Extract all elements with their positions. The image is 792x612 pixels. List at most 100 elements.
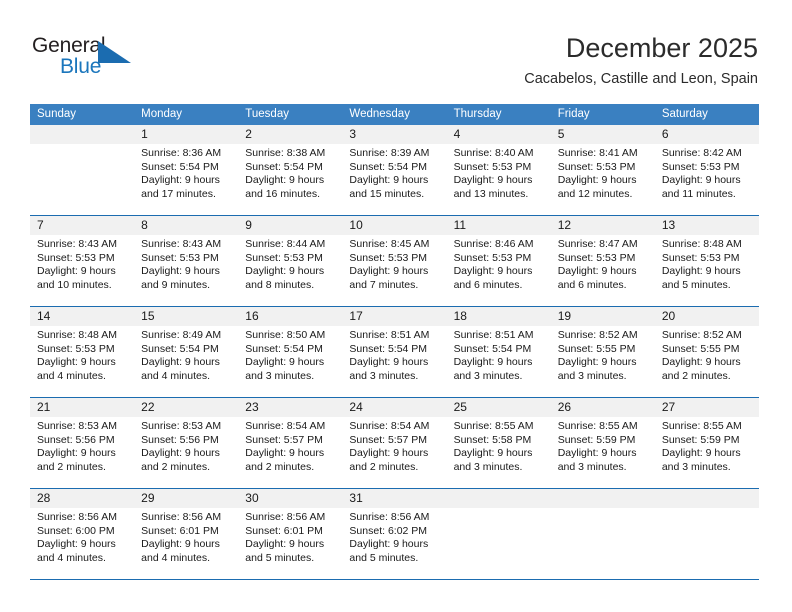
weekday-header-friday: Friday (557, 108, 590, 120)
day-details: Sunrise: 8:44 AM Sunset: 5:53 PM Daylight:… (245, 238, 336, 292)
day-cell[interactable]: 5 Sunrise: 8:41 AM Sunset: 5:53 PM Daylight… (551, 125, 655, 215)
day-cell[interactable]: 7 Sunrise: 8:43 AM Sunset: 5:53 PM Daylight… (30, 216, 134, 306)
calendar-grid: Sunday Monday Tuesday Wednesday Thursday Frid… (30, 104, 759, 580)
sunset-text: Sunset: 5:53 PM (141, 251, 219, 264)
day-number: 13 (661, 218, 676, 232)
day-cell[interactable]: 20 Sunrise: 8:52 AM Sunset: 5:55 PM Dayligh… (655, 307, 759, 397)
sunset-text: Sunset: 5:53 PM (453, 160, 532, 173)
day-cell[interactable]: 4 Sunrise: 8:40 AM Sunset: 5:53 PM Daylight… (447, 125, 551, 215)
day-cell[interactable]: 31 Sunrise: 8:56 AM Sunset: 6:02 PM Dayligh… (342, 489, 446, 579)
sunrise-text: Sunrise: 8:55 AM (557, 420, 638, 432)
day-cell[interactable]: 30 Sunrise: 8:56 AM Sunset: 6:01 PM Dayligh… (238, 489, 342, 579)
day-cell[interactable]: 23 Sunrise: 8:54 AM Sunset: 5:57 PM Dayligh… (238, 398, 342, 488)
weekday-header-tuesday: Tuesday (245, 108, 289, 120)
day-details: Sunrise: 8:48 AM Sunset: 5:53 PM Daylight:… (37, 329, 128, 383)
day-cell[interactable]: 14 Sunrise: 8:48 AM Sunset: 5:53 PM Dayligh… (30, 307, 134, 397)
day-details: Sunrise: 8:56 AM Sunset: 6:00 PM Daylight:… (37, 511, 128, 565)
daylight-text-line2: and 2 minutes. (349, 460, 419, 473)
day-cell[interactable]: 25 Sunrise: 8:55 AM Sunset: 5:58 PM Dayligh… (447, 398, 551, 488)
page-header: General Blue December 2025 Cacabelos, Ca… (0, 0, 792, 100)
daylight-text-line2: and 4 minutes. (141, 369, 211, 382)
day-details: Sunrise: 8:55 AM Sunset: 5:59 PM Daylight:… (558, 420, 649, 474)
daylight-text-line1: Daylight: 9 hours (557, 174, 637, 187)
sunrise-text: Sunrise: 8:48 AM (661, 238, 742, 250)
sunrise-text: Sunrise: 8:52 AM (557, 329, 638, 341)
day-cell-empty (30, 125, 134, 215)
daylight-text-line1: Daylight: 9 hours (661, 356, 741, 369)
daylight-text-line1: Daylight: 9 hours (453, 356, 533, 369)
day-cell[interactable]: 19 Sunrise: 8:52 AM Sunset: 5:55 PM Dayligh… (551, 307, 655, 397)
daylight-text-line2: and 2 minutes. (245, 460, 315, 473)
daylight-text-line1: Daylight: 9 hours (245, 174, 325, 187)
weeks-container: 1 Sunrise: 8:36 AM Sunset: 5:54 PM Daylight… (30, 125, 759, 579)
day-cell[interactable]: 16 Sunrise: 8:50 AM Sunset: 5:54 PM Dayligh… (238, 307, 342, 397)
day-details: Sunrise: 8:43 AM Sunset: 5:53 PM Daylight:… (37, 238, 128, 292)
weekday-header-monday: Monday (141, 108, 183, 120)
day-details: Sunrise: 8:51 AM Sunset: 5:54 PM Daylight:… (349, 329, 440, 383)
sunset-text: Sunset: 5:53 PM (349, 251, 428, 264)
sunset-text: Sunset: 5:53 PM (37, 251, 115, 264)
daylight-text-line2: and 8 minutes. (245, 278, 315, 291)
daylight-text-line2: and 6 minutes. (557, 278, 627, 291)
day-details: Sunrise: 8:40 AM Sunset: 5:53 PM Daylight:… (454, 147, 545, 201)
day-cell[interactable]: 13 Sunrise: 8:48 AM Sunset: 5:53 PM Dayligh… (655, 216, 759, 306)
daylight-text-line1: Daylight: 9 hours (453, 265, 533, 278)
day-number: 28 (37, 491, 51, 505)
day-cell[interactable]: 9 Sunrise: 8:44 AM Sunset: 5:53 PM Daylight… (238, 216, 342, 306)
daylight-text-line1: Daylight: 9 hours (349, 447, 429, 460)
day-number: 26 (557, 400, 572, 414)
day-cell[interactable]: 17 Sunrise: 8:51 AM Sunset: 5:54 PM Dayligh… (342, 307, 446, 397)
day-cell[interactable]: 11 Sunrise: 8:46 AM Sunset: 5:53 PM Dayligh… (447, 216, 551, 306)
day-cell[interactable]: 8 Sunrise: 8:43 AM Sunset: 5:53 PM Daylight… (134, 216, 238, 306)
day-cell[interactable]: 27 Sunrise: 8:55 AM Sunset: 5:59 PM Dayligh… (655, 398, 759, 488)
weekday-header-saturday: Saturday (661, 108, 708, 120)
page-title: December 2025 (565, 33, 758, 63)
sunrise-text: Sunrise: 8:42 AM (661, 147, 742, 159)
day-details: Sunrise: 8:56 AM Sunset: 6:01 PM Daylight:… (141, 511, 232, 565)
sunrise-text: Sunrise: 8:36 AM (141, 147, 222, 159)
day-details: Sunrise: 8:42 AM Sunset: 5:53 PM Daylight:… (662, 147, 753, 201)
day-cell[interactable]: 12 Sunrise: 8:47 AM Sunset: 5:53 PM Dayligh… (551, 216, 655, 306)
daylight-text-line1: Daylight: 9 hours (349, 538, 429, 551)
day-cell-empty (551, 489, 655, 579)
day-cell[interactable]: 18 Sunrise: 8:51 AM Sunset: 5:54 PM Dayligh… (447, 307, 551, 397)
day-cell[interactable]: 21 Sunrise: 8:53 AM Sunset: 5:56 PM Dayligh… (30, 398, 134, 488)
daylight-text-line2: and 17 minutes. (141, 187, 216, 200)
day-cell[interactable]: 1 Sunrise: 8:36 AM Sunset: 5:54 PM Daylight… (134, 125, 238, 215)
day-number (662, 489, 753, 508)
sunset-text: Sunset: 5:53 PM (557, 160, 636, 173)
sunset-text: Sunset: 5:53 PM (661, 251, 740, 264)
day-cell[interactable]: 3 Sunrise: 8:39 AM Sunset: 5:54 PM Daylight… (342, 125, 446, 215)
day-number: 27 (661, 400, 676, 414)
sunset-text: Sunset: 5:59 PM (557, 433, 636, 446)
day-cell[interactable]: 29 Sunrise: 8:56 AM Sunset: 6:01 PM Dayligh… (134, 489, 238, 579)
day-cell[interactable]: 15 Sunrise: 8:49 AM Sunset: 5:54 PM Dayligh… (134, 307, 238, 397)
day-cell[interactable]: 10 Sunrise: 8:45 AM Sunset: 5:53 PM Dayligh… (342, 216, 446, 306)
daylight-text-line1: Daylight: 9 hours (453, 447, 533, 460)
sunset-text: Sunset: 6:01 PM (141, 524, 219, 537)
sunset-text: Sunset: 5:54 PM (349, 160, 428, 173)
week-row: 7 Sunrise: 8:43 AM Sunset: 5:53 PM Daylight… (30, 215, 759, 306)
day-cell[interactable]: 24 Sunrise: 8:54 AM Sunset: 5:57 PM Dayligh… (342, 398, 446, 488)
sunset-text: Sunset: 6:02 PM (349, 524, 428, 537)
daylight-text-line2: and 15 minutes. (349, 187, 425, 200)
day-details: Sunrise: 8:45 AM Sunset: 5:53 PM Daylight:… (349, 238, 440, 292)
day-cell[interactable]: 28 Sunrise: 8:56 AM Sunset: 6:00 PM Dayligh… (30, 489, 134, 579)
day-cell[interactable]: 22 Sunrise: 8:53 AM Sunset: 5:56 PM Dayligh… (134, 398, 238, 488)
day-cell[interactable]: 2 Sunrise: 8:38 AM Sunset: 5:54 PM Daylight… (238, 125, 342, 215)
day-cell[interactable]: 6 Sunrise: 8:42 AM Sunset: 5:53 PM Daylight… (655, 125, 759, 215)
daylight-text-line2: and 5 minutes. (245, 551, 315, 564)
daylight-text-line2: and 4 minutes. (37, 551, 106, 564)
general-blue-logo[interactable]: General Blue (32, 34, 152, 84)
daylight-text-line1: Daylight: 9 hours (557, 356, 637, 369)
sunrise-text: Sunrise: 8:56 AM (245, 511, 326, 523)
week-row: 1 Sunrise: 8:36 AM Sunset: 5:54 PM Daylight… (30, 125, 759, 215)
sunset-text: Sunset: 5:57 PM (349, 433, 428, 446)
sunset-text: Sunset: 5:55 PM (661, 342, 740, 355)
sunrise-text: Sunrise: 8:39 AM (349, 147, 430, 159)
sunrise-text: Sunrise: 8:54 AM (245, 420, 326, 432)
day-cell[interactable]: 26 Sunrise: 8:55 AM Sunset: 5:59 PM Dayligh… (551, 398, 655, 488)
sunrise-text: Sunrise: 8:55 AM (661, 420, 742, 432)
daylight-text-line2: and 2 minutes. (661, 369, 731, 382)
daylight-text-line1: Daylight: 9 hours (37, 538, 116, 551)
